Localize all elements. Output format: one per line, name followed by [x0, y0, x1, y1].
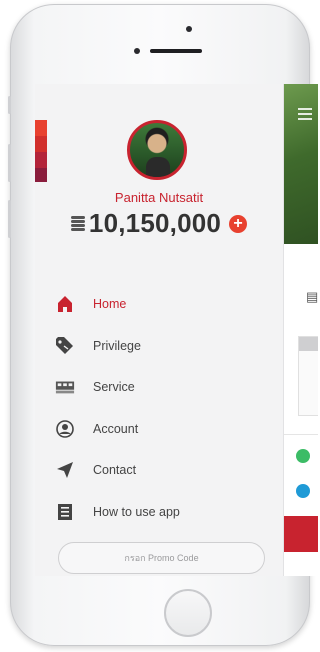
- user-name: Panitta Nutsatit: [114, 190, 204, 205]
- menu-item-label: Contact: [93, 463, 137, 477]
- menu-item-label: Home: [93, 297, 127, 311]
- coin-layer: [70, 227, 85, 231]
- background-card-header: [299, 337, 318, 351]
- brand-strip-segment: [35, 168, 47, 182]
- brand-strip-segment: [35, 152, 47, 168]
- divider: [284, 434, 318, 435]
- navigation-drawer: Panitta Nutsatit 10,150,000 + Home Privi…: [35, 84, 283, 576]
- green-status-icon: [296, 449, 310, 463]
- menu-item-account[interactable]: Account: [55, 415, 138, 443]
- menu-icon: [298, 108, 312, 110]
- guide-icon: [55, 502, 75, 522]
- background-card: [298, 336, 318, 416]
- menu-item-how-to-use[interactable]: How to use app: [55, 498, 180, 526]
- earpiece-speaker: [150, 49, 202, 53]
- mute-switch: [8, 96, 11, 114]
- coin-icon: ▤: [306, 289, 318, 304]
- background-app-panel[interactable]: ▤: [283, 84, 318, 576]
- front-camera: [186, 26, 192, 32]
- send-icon: [55, 460, 75, 480]
- menu-item-privilege[interactable]: Privilege: [55, 332, 141, 360]
- volume-up-button: [8, 144, 11, 182]
- blue-status-icon: [296, 484, 310, 498]
- avatar[interactable]: [127, 120, 187, 180]
- phone-screen: ▤ Panitta Nutsatit 10,150,000 + Home Pri…: [35, 84, 318, 576]
- proximity-sensor: [134, 48, 140, 54]
- menu-icon-line: [298, 118, 312, 120]
- background-header-photo: [284, 84, 318, 244]
- service-icon: [55, 377, 75, 397]
- volume-down-button: [8, 200, 11, 238]
- coin-layer: [70, 219, 85, 223]
- promo-code-placeholder: กรอก Promo Code: [124, 553, 199, 563]
- menu-item-label: Privilege: [93, 339, 141, 353]
- menu-item-label: Account: [93, 422, 139, 436]
- coin-layer: [70, 215, 85, 219]
- menu-item-label: How to use app: [93, 505, 180, 519]
- background-action-bar: [284, 516, 318, 552]
- menu-item-contact[interactable]: Contact: [55, 456, 136, 484]
- brand-strip-segment: [35, 136, 47, 152]
- tag-icon: [55, 336, 75, 356]
- coin-balance: 10,150,000: [88, 208, 222, 238]
- home-button[interactable]: [164, 589, 212, 637]
- coin-stack-icon: [70, 215, 85, 233]
- brand-color-strip: [35, 120, 47, 182]
- add-coins-button[interactable]: +: [229, 214, 248, 233]
- user-icon: [55, 419, 75, 439]
- coin-layer: [70, 223, 85, 227]
- balance-row: 10,150,000 +: [35, 208, 283, 239]
- menu-icon-line: [298, 113, 312, 115]
- avatar-figure: [146, 157, 170, 177]
- menu-item-home[interactable]: Home: [55, 290, 126, 318]
- brand-strip-segment: [35, 120, 47, 136]
- home-icon: [55, 294, 75, 314]
- promo-code-input[interactable]: กรอก Promo Code: [58, 542, 265, 574]
- menu-item-service[interactable]: Service: [55, 373, 135, 401]
- menu-item-label: Service: [93, 380, 135, 394]
